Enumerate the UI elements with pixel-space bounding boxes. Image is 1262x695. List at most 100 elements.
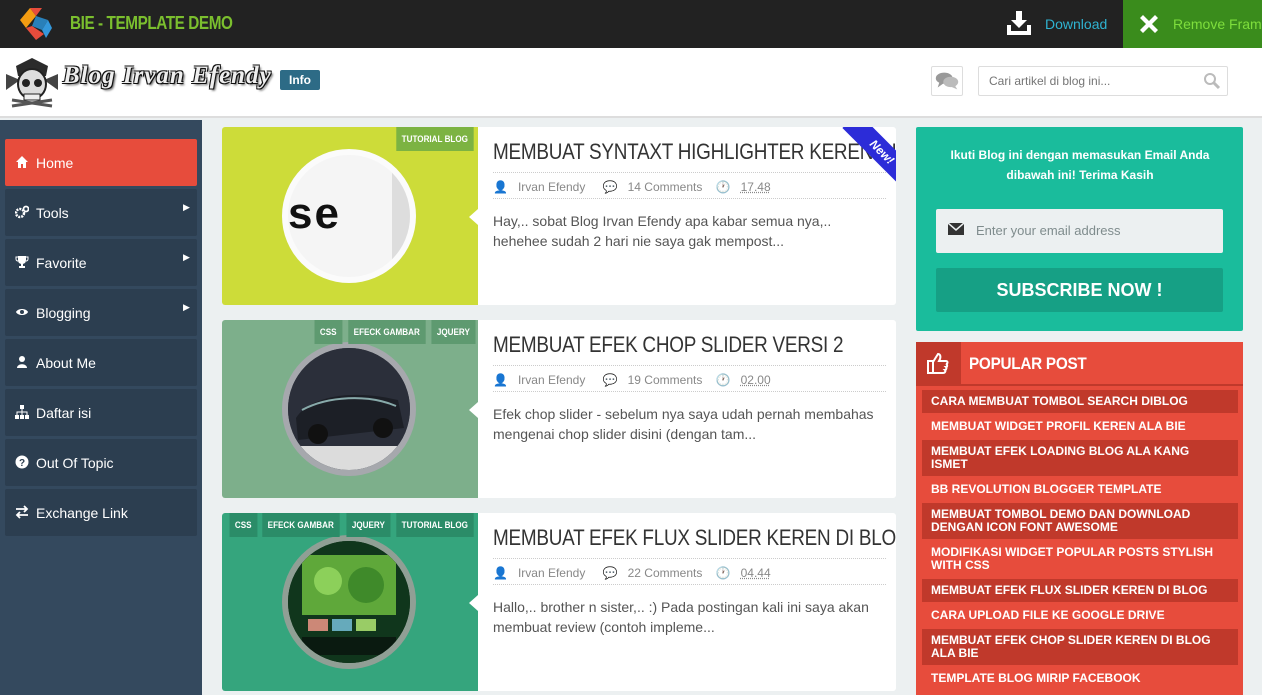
post-title[interactable]: MEMBUAT SYNTAXT HIGHLIGHTER KEREN DI BLO… [493,139,896,171]
sidebar-item-daftar-isi[interactable]: Daftar isi [5,389,197,436]
clock-icon: 🕐 [715,180,731,194]
popular-post-item[interactable]: BB REVOLUTION BLOGGER TEMPLATE [922,478,1238,501]
envelope-icon [948,223,964,235]
demo-title: BIE - TEMPLATE DEMO [70,13,233,33]
post-tag[interactable]: EFECK GAMBAR [262,513,340,537]
post-author[interactable]: Irvan Efendy [518,180,585,194]
remove-frame-label: Remove Frame [1173,16,1262,32]
new-ribbon-label: New! [842,127,896,192]
subscribe-text: Ikuti Blog ini dengan memasukan Email An… [950,148,1210,182]
divider [493,365,886,366]
clock-icon: 🕐 [715,373,731,387]
eye-icon [15,305,29,319]
post-comments[interactable]: 19 Comments [628,373,703,387]
sitemap-icon [15,405,29,419]
post-tag[interactable]: CSS [229,513,257,537]
popular-post-widget: POPULAR POST CARA MEMBUAT TOMBOL SEARCH … [916,342,1243,695]
popular-post-item[interactable]: CARA MEMBUAT TOMBOL SEARCH DIBLOG [922,390,1238,413]
post-excerpt: Hallo,.. brother n sister,.. :) Pada pos… [493,599,869,635]
sidebar-item-out-of-topic[interactable]: ? Out Of Topic [5,439,197,486]
post-thumbnail[interactable] [222,320,478,498]
sidebar-nav: Home Tools ▶ Favorite ▶ Blogging ▶ About… [0,120,202,695]
home-icon [15,155,29,169]
divider [493,558,886,559]
post-tag[interactable]: JQUERY [431,320,476,344]
email-field[interactable]: Enter your email address [936,209,1223,253]
subscribe-widget: Ikuti Blog ini dengan memasukan Email An… [916,127,1243,331]
popular-post-item[interactable]: TEMPLATE BLOG MIRIP FACEBOOK [922,667,1238,690]
popular-post-item[interactable]: MEMBUAT EFEK LOADING BLOG ALA KANG ISMET [922,440,1238,476]
exchange-icon [15,505,29,519]
popular-post-item[interactable]: MEMBUAT TOMBOL DEMO DAN DOWNLOAD DENGAN … [922,503,1238,539]
search-icon[interactable] [1203,72,1221,90]
post-tag[interactable]: EFECK GAMBAR [348,320,426,344]
post-thumbnail[interactable]: se [222,127,478,305]
user-icon [15,355,29,369]
thumbs-up-icon [927,352,949,374]
post-comments[interactable]: 14 Comments [628,180,703,194]
thumbnail-notch [469,209,478,225]
post-tag[interactable]: JQUERY [346,513,390,537]
chat-button[interactable] [931,66,963,96]
post-card: CSS EFECK GAMBAR JQUERY MEMBUAT EFEK CHO… [222,320,896,498]
sidebar-item-label: Exchange Link [36,505,128,521]
post-card: se TUTORIAL BLOG MEMBUAT SYNTAXT HIGHLIG… [222,127,896,305]
divider [493,584,886,585]
author-icon: 👤 [493,566,508,580]
blog-name-logo[interactable]: Blog Irvan Efendy [63,62,272,90]
post-meta: 👤 Irvan Efendy 💬 19 Comments 🕐 02.00 [493,373,781,387]
post-title[interactable]: MEMBUAT EFEK FLUX SLIDER KEREN DI BLOG [493,525,896,557]
post-card: CSS EFECK GAMBAR JQUERY TUTORIAL BLOG ME… [222,513,896,691]
popular-post-item[interactable]: MEMBUAT EFEK FLUX SLIDER KEREN DI BLOG [922,579,1238,602]
sidebar-item-label: Out Of Topic [36,455,114,471]
skull-logo-icon[interactable] [2,56,62,110]
post-title[interactable]: MEMBUAT EFEK CHOP SLIDER VERSI 2 [493,332,844,364]
sidebar-item-favorite[interactable]: Favorite ▶ [5,239,197,286]
post-tags: CSS EFECK GAMBAR JQUERY [313,320,478,344]
post-author[interactable]: Irvan Efendy [518,373,585,387]
post-thumbnail-image[interactable] [282,535,416,669]
sidebar-item-exchange-link[interactable]: Exchange Link [5,489,197,536]
popular-post-item[interactable]: CARA UPLOAD FILE KE GOOGLE DRIVE [922,604,1238,627]
download-button[interactable]: Download [995,0,1123,48]
popular-post-header: POPULAR POST [916,342,1243,386]
blog-header: Blog Irvan Efendy Info [0,48,1262,118]
search-input[interactable] [978,66,1228,96]
question-icon: ? [15,455,29,469]
sidebar-item-blogging[interactable]: Blogging ▶ [5,289,197,336]
comments-icon: 💬 [602,373,618,387]
popular-post-item[interactable]: MEMBUAT EFEK CHOP SLIDER KEREN DI BLOG A… [922,629,1238,665]
sidebar-item-label: Blogging [36,305,91,321]
template-logo-icon[interactable] [16,6,54,42]
author-icon: 👤 [493,180,508,194]
post-thumbnail-image[interactable] [282,342,416,476]
post-time[interactable]: 04.44 [741,566,771,580]
info-button[interactable]: Info [280,70,320,90]
sidebar-item-tools[interactable]: Tools ▶ [5,189,197,236]
post-time[interactable]: 17.48 [741,180,771,194]
post-thumbnail[interactable] [222,513,478,691]
post-meta: 👤 Irvan Efendy 💬 14 Comments 🕐 17.48 [493,180,781,194]
post-author[interactable]: Irvan Efendy [518,566,585,580]
post-tags: TUTORIAL BLOG [392,127,478,151]
new-ribbon: New! [831,127,896,192]
top-bar: BIE - TEMPLATE DEMO Download Remove Fram… [0,0,1262,48]
remove-frame-button[interactable]: Remove Frame [1123,0,1262,48]
chevron-right-icon: ▶ [183,302,190,312]
post-time[interactable]: 02.00 [741,373,771,387]
post-comments[interactable]: 22 Comments [628,566,703,580]
sidebar-item-label: Tools [36,205,69,221]
subscribe-button[interactable]: SUBSCRIBE NOW ! [936,268,1223,312]
post-thumbnail-image[interactable]: se [282,149,416,283]
post-tag[interactable]: TUTORIAL BLOG [396,513,474,537]
chevron-right-icon: ▶ [183,202,190,212]
sidebar-item-home[interactable]: Home [5,139,197,186]
post-tag[interactable]: TUTORIAL BLOG [396,127,474,151]
download-label: Download [1045,16,1108,32]
popular-post-item[interactable]: MODIFIKASI WIDGET POPULAR POSTS STYLISH … [922,541,1238,577]
popular-post-item[interactable]: MEMBUAT WIDGET PROFIL KEREN ALA BIE [922,415,1238,438]
sidebar-item-label: Favorite [36,255,87,271]
popular-post-title: POPULAR POST [969,354,1087,373]
sidebar-item-about-me[interactable]: About Me [5,339,197,386]
post-tag[interactable]: CSS [314,320,343,344]
